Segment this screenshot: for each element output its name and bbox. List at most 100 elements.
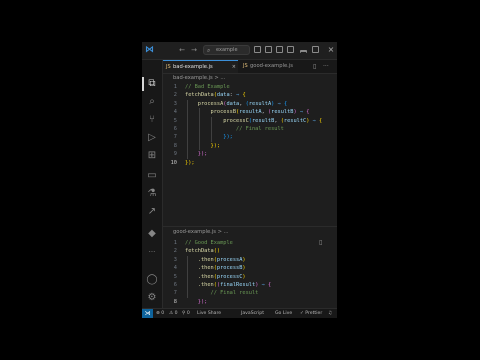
close-tab-icon[interactable]: ×: [232, 61, 236, 74]
code-token: data: [216, 92, 230, 99]
prettier-status[interactable]: ✓ Prettier: [300, 309, 322, 318]
live-share-icon[interactable]: ↗: [146, 206, 158, 218]
extensions-icon[interactable]: ⊞: [146, 150, 158, 162]
code-text: });: [185, 133, 233, 141]
code-token: resultB: [251, 117, 275, 124]
warnings-count[interactable]: ⚠ 0: [169, 309, 178, 318]
code-line[interactable]: 5 .then(processC): [163, 273, 337, 281]
code-token: ): [242, 256, 246, 263]
line-number: 8: [173, 142, 177, 149]
docker-icon[interactable]: ◆: [146, 228, 158, 240]
toggle-panel-icon[interactable]: [265, 46, 272, 53]
editor-tabs: JS bad-example.js × JS good-example.js ▯…: [163, 60, 337, 74]
code-token: processC: [185, 117, 249, 124]
toggle-secondary-sidebar-icon[interactable]: [276, 46, 283, 53]
line-number: 6: [173, 282, 177, 288]
tab-good-example[interactable]: JS good-example.js: [240, 60, 310, 73]
javascript-file-icon: JS: [166, 64, 171, 70]
code-line[interactable]: 7 });: [163, 133, 337, 141]
settings-gear-icon[interactable]: ⚙: [146, 292, 158, 304]
code-text: // Good Example: [185, 239, 233, 247]
code-text: .then(processA): [185, 256, 246, 264]
remote-indicator-icon[interactable]: ⋊: [142, 309, 153, 318]
code-token: processA: [216, 256, 243, 263]
remote-explorer-icon[interactable]: ▭: [146, 170, 158, 182]
line-number: 2: [173, 248, 177, 255]
editor-pane-top: bad-example.js > ... 1 // Bad Example 2 fet…: [163, 74, 337, 226]
close-window-icon[interactable]: ×: [326, 44, 336, 55]
code-token: {: [280, 100, 288, 107]
testing-icon[interactable]: ⚗: [146, 188, 158, 200]
back-arrow-icon[interactable]: ←: [177, 45, 187, 55]
forward-arrow-icon[interactable]: →: [189, 45, 199, 55]
code-line[interactable]: 1 // Bad Example: [163, 83, 337, 91]
account-icon[interactable]: ◯: [146, 274, 158, 286]
code-token: // Final result: [185, 290, 259, 297]
notifications-bell-icon[interactable]: ♫: [328, 309, 332, 318]
code-line[interactable]: 4 .then(processB): [163, 264, 337, 272]
code-text: // Final result: [185, 289, 259, 297]
source-control-icon[interactable]: ⑂: [146, 114, 158, 126]
code-token: ): [242, 273, 246, 280]
errors-count[interactable]: ⊗ 0: [156, 309, 164, 318]
customize-layout-icon[interactable]: [287, 46, 294, 53]
tab-bad-example[interactable]: JS bad-example.js ×: [163, 60, 238, 73]
code-token: {: [303, 109, 310, 116]
code-token: .then: [185, 273, 214, 280]
code-area[interactable]: 1 // Good Example 2 fetchData() 3 .then(proc…: [163, 239, 337, 307]
code-token: processC: [216, 273, 243, 280]
code-text: processB(resultA, (resultB) ⇒ {: [185, 108, 310, 116]
vscode-logo-icon: ⋈: [145, 45, 154, 55]
line-number: 1: [173, 84, 177, 90]
code-token: {: [264, 282, 272, 288]
code-text: });: [185, 142, 221, 150]
code-token: processA: [185, 100, 224, 107]
go-live-button[interactable]: Go Live: [275, 309, 292, 318]
code-line[interactable]: 6 .then((finalResult) ⇒ {: [163, 281, 337, 289]
line-number: 5: [173, 273, 177, 280]
code-line[interactable]: 7 // Final result: [163, 289, 337, 297]
code-line[interactable]: 5 processC(resultB, (resultC) ⇒ {: [163, 117, 337, 125]
code-area[interactable]: 1// Bad Example 2 fetchData(data: ⇒ {3 pro…: [163, 83, 337, 225]
status-bar: ⋊ ⊗ 0 ⚠ 0 ⚲ 0 Live Share JavaScript Go L…: [142, 308, 337, 318]
code-line[interactable]: 2 fetchData(data: ⇒ {: [163, 91, 337, 99]
code-line[interactable]: 10});: [163, 159, 337, 167]
ports-count[interactable]: ⚲ 0: [182, 309, 190, 318]
tab-label: bad-example.js: [173, 64, 213, 70]
more-actions-icon[interactable]: ···: [323, 60, 329, 73]
live-share-status[interactable]: Live Share: [197, 309, 221, 318]
maximize-icon[interactable]: [312, 46, 319, 53]
title-bar: ⋈ ← → ⌕ example ×: [142, 42, 337, 60]
breadcrumb[interactable]: good-example.js > ...: [173, 227, 229, 237]
code-line[interactable]: 2 fetchData(): [163, 247, 337, 255]
minimize-icon[interactable]: [300, 50, 307, 53]
code-line[interactable]: 8 });: [163, 142, 337, 150]
line-number: 1: [173, 240, 177, 246]
search-icon: ⌕: [207, 47, 211, 54]
code-token: // Good Example: [185, 240, 233, 246]
code-line[interactable]: 1 // Good Example: [163, 239, 337, 247]
code-text: // Final result: [185, 125, 284, 133]
code-text: .then(processB): [185, 264, 246, 272]
search-icon[interactable]: ⌕: [146, 96, 158, 108]
code-token: fetchData: [185, 92, 214, 99]
more-icon[interactable]: ···: [146, 246, 158, 258]
code-token: finalResult: [220, 282, 256, 288]
code-line[interactable]: 4 processB(resultA, (resultB) ⇒ {: [163, 108, 337, 116]
language-mode[interactable]: JavaScript: [241, 309, 264, 318]
command-center-search[interactable]: ⌕ example: [203, 45, 250, 55]
explorer-icon[interactable]: ⧉: [146, 78, 158, 90]
line-number: 4: [173, 265, 177, 272]
breadcrumb[interactable]: bad-example.js > ...: [173, 74, 225, 83]
split-editor-icon[interactable]: ▯: [313, 60, 316, 73]
code-line[interactable]: 6 // Final result: [163, 125, 337, 133]
code-token: .then: [185, 256, 214, 263]
run-debug-icon[interactable]: ▷: [146, 132, 158, 144]
editor-pane-bottom: good-example.js > ... ▯ 1// Good Example…: [163, 227, 337, 308]
code-line[interactable]: 3 processA(data, (resultA) ⇒ {: [163, 100, 337, 108]
code-line[interactable]: 3 .then(processA): [163, 256, 337, 264]
toggle-primary-sidebar-icon[interactable]: [254, 46, 261, 53]
code-line[interactable]: 8 });: [163, 298, 337, 306]
code-token: processB: [216, 265, 243, 272]
code-line[interactable]: 9 });: [163, 150, 337, 158]
